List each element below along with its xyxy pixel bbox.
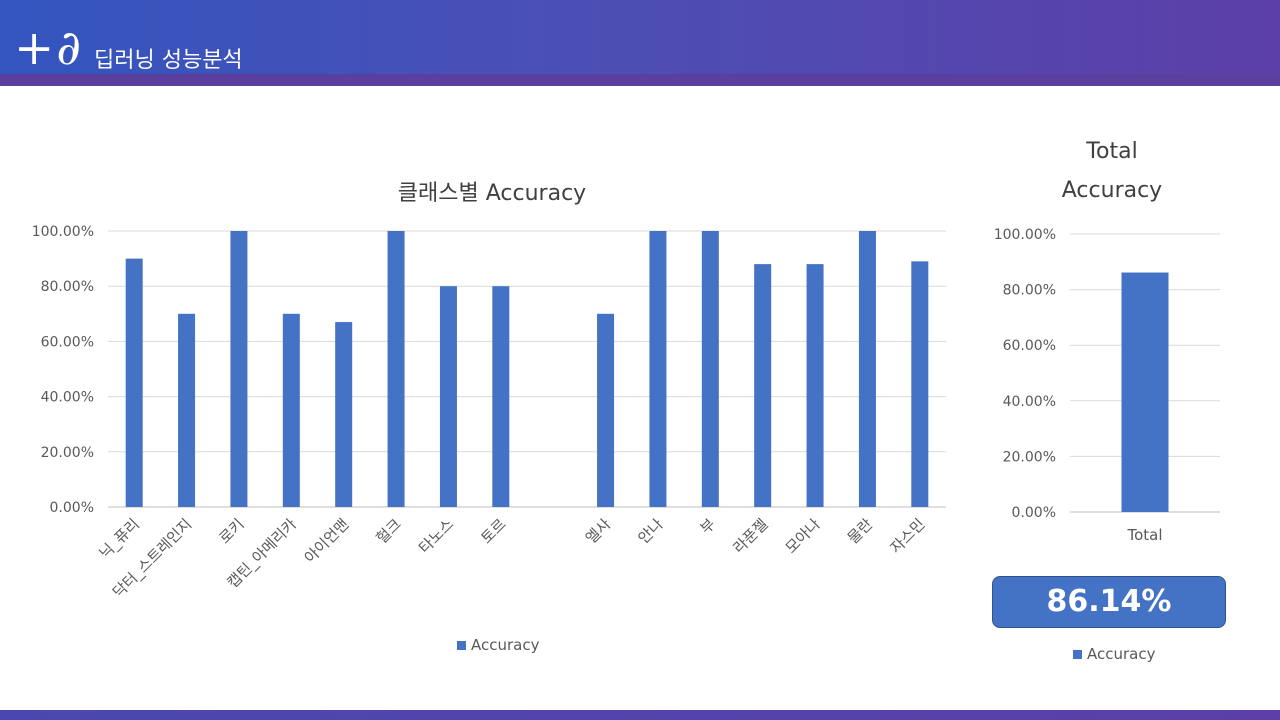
bar — [858, 231, 876, 507]
bar — [649, 231, 667, 507]
legend-swatch — [457, 641, 466, 650]
y-tick-label: 40.00% — [41, 390, 94, 406]
x-tick-label: Total — [1126, 526, 1162, 544]
bar — [230, 231, 248, 507]
x-tick-label: 자스민 — [887, 515, 929, 557]
chart-title: 클래스별 Accuracy — [398, 181, 586, 206]
x-tick-label: 토르 — [477, 515, 509, 547]
bar — [282, 313, 300, 507]
y-tick-label: 0.00% — [1012, 505, 1056, 521]
bar — [597, 313, 615, 507]
bar — [335, 322, 353, 507]
legend-label: Accuracy — [471, 636, 540, 654]
y-tick-label: 100.00% — [32, 224, 94, 240]
y-tick-label: 20.00% — [1003, 449, 1056, 465]
x-tick-label: 부 — [697, 515, 720, 538]
total-accuracy-value: 86.14% — [992, 576, 1226, 628]
y-tick-label: 60.00% — [1003, 338, 1056, 354]
y-tick-label: 60.00% — [41, 334, 94, 350]
bar — [806, 264, 824, 507]
x-tick-label: 헐크 — [373, 515, 405, 547]
x-tick-label: 모아나 — [782, 515, 824, 557]
y-tick-label: 100.00% — [994, 227, 1056, 243]
bar — [1121, 272, 1169, 512]
bar — [178, 313, 196, 507]
x-tick-label: 타노스 — [415, 515, 457, 557]
bar — [387, 231, 405, 507]
bar — [911, 261, 929, 507]
footer-bar — [0, 710, 1280, 720]
y-tick-label: 20.00% — [41, 445, 94, 461]
bar — [125, 258, 143, 507]
bar — [439, 286, 457, 507]
x-tick-label: 로키 — [216, 515, 248, 547]
chart-title: Total — [1085, 139, 1137, 164]
x-tick-label: 닉_퓨리 — [96, 515, 144, 563]
y-tick-label: 80.00% — [41, 279, 94, 295]
bar — [701, 231, 719, 507]
bar — [492, 286, 510, 507]
y-tick-label: 40.00% — [1003, 394, 1056, 410]
x-tick-label: 엘사 — [582, 515, 614, 547]
x-tick-label: 라푼젤 — [730, 515, 772, 557]
y-tick-label: 0.00% — [50, 500, 94, 516]
legend-label: Accuracy — [1087, 645, 1156, 663]
x-tick-label: 아이언맨 — [301, 515, 353, 567]
legend-swatch — [1073, 650, 1082, 659]
bar — [754, 264, 772, 507]
x-tick-label: 안나 — [635, 515, 667, 547]
y-tick-label: 80.00% — [1003, 283, 1056, 299]
x-tick-label: 물란 — [844, 515, 876, 547]
chart-title: Accuracy — [1062, 178, 1162, 203]
